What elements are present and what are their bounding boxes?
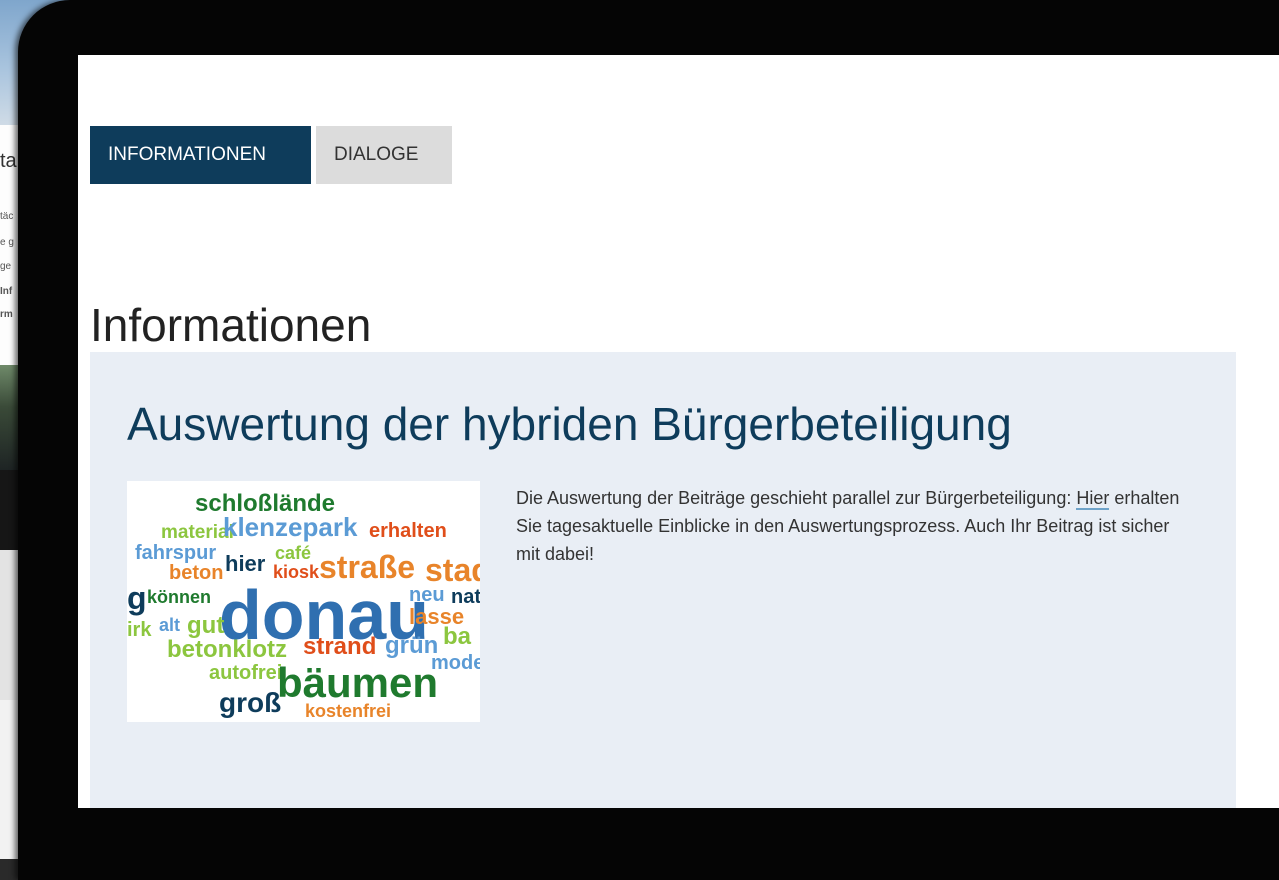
word-cloud-word: erhalten [369, 520, 447, 542]
word-cloud-word: autofrei [209, 662, 282, 684]
word-cloud-word: ba [443, 623, 472, 650]
page-title: Informationen [90, 298, 372, 351]
word-cloud-word: stad [425, 552, 480, 588]
panel-heading: Auswertung der hybriden Bürgerbeteiligun… [127, 398, 1012, 450]
panel-description: Die Auswertung der Beiträge geschieht pa… [516, 484, 1196, 568]
tab-dialoge[interactable]: DIALOGE [316, 126, 452, 184]
word-cloud-word: bäumen [277, 659, 438, 706]
word-cloud-word: können [147, 587, 211, 607]
hier-link[interactable]: Hier [1076, 488, 1110, 510]
word-cloud-word: gut [187, 612, 224, 639]
tablet-frame: INFORMATIONEN DIALOGE Informationen Ausw… [18, 0, 1279, 880]
word-cloud-word: kostenfrei [305, 701, 391, 721]
tablet-screen: INFORMATIONEN DIALOGE Informationen Ausw… [78, 55, 1279, 808]
tab-informationen[interactable]: INFORMATIONEN [90, 126, 311, 184]
word-cloud-word: neu [409, 584, 445, 606]
word-cloud-word: groß [219, 687, 281, 718]
word-cloud-word: mode [431, 652, 480, 674]
word-cloud-word: alt [159, 615, 180, 635]
word-cloud-word: klenzepark [223, 512, 358, 542]
word-cloud-word: g [127, 580, 147, 616]
description-text-before: Die Auswertung der Beiträge geschieht pa… [516, 488, 1077, 508]
background-title: ta [0, 150, 17, 172]
info-panel: Auswertung der hybriden Bürgerbeteiligun… [90, 352, 1236, 808]
word-cloud-word: beton [169, 562, 223, 584]
word-cloud-word: strand [303, 633, 376, 660]
word-cloud-word: café [275, 543, 311, 563]
tab-bar: INFORMATIONEN DIALOGE [90, 126, 452, 184]
word-cloud-word: hier [225, 551, 266, 576]
word-cloud-image[interactable]: schloßlände material klenzepark erhalten fah… [127, 481, 480, 722]
word-cloud-word: betonklotz [167, 636, 287, 663]
word-cloud-word: irk [127, 619, 152, 641]
word-cloud-word: fahrspur [135, 542, 216, 564]
